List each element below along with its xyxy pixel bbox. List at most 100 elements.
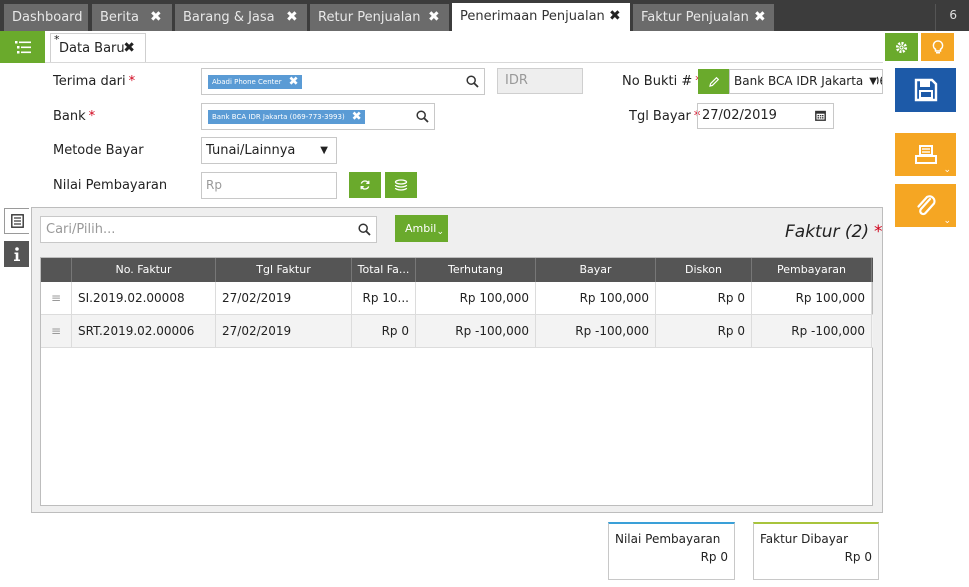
bank-label: Bank *	[53, 109, 95, 124]
label-text: Terima dari	[53, 74, 126, 89]
metode-bayar-select[interactable]: Tunai/Lainnya ▼	[201, 137, 337, 164]
tips-button[interactable]	[921, 33, 954, 61]
stack-button[interactable]	[385, 172, 417, 198]
close-icon[interactable]: ✖	[609, 3, 621, 30]
summary-label: Nilai Pembayaran	[615, 532, 721, 546]
invoice-title-text: Faktur (2)	[785, 222, 869, 242]
invoice-search-input[interactable]: Cari/Pilih...	[40, 216, 377, 243]
nilai-pembayaran-input[interactable]: Rp	[201, 172, 337, 199]
info-tab[interactable]	[4, 241, 29, 267]
column-header-bayar[interactable]: Bayar	[536, 258, 656, 282]
cell-terhutang: Rp 100,000	[416, 282, 536, 315]
tgl-bayar-field[interactable]: 27/02/2019	[697, 103, 834, 129]
menu-list-icon	[14, 41, 31, 54]
summary-value: Rp 0	[844, 550, 872, 564]
close-icon[interactable]: ✖	[150, 4, 162, 31]
caret-down-icon: ▼	[867, 70, 877, 93]
refresh-button[interactable]	[349, 172, 381, 198]
label-text: Tgl Bayar	[629, 109, 691, 124]
cell-tgl-faktur: 27/02/2019	[216, 315, 352, 348]
no-bukti-value: Bank BCA IDR Jakarta (069	[734, 74, 883, 88]
search-icon[interactable]	[358, 223, 371, 236]
summary-label: Faktur Dibayar	[760, 532, 849, 546]
close-icon[interactable]: ✖	[286, 4, 298, 31]
settings-button[interactable]	[885, 33, 918, 61]
tab-label: Barang & Jasa	[183, 10, 275, 25]
cell-bayar[interactable]: Rp -100,000	[536, 315, 656, 348]
refresh-icon	[360, 180, 370, 190]
ambil-button[interactable]: Ambil ⌄	[395, 215, 448, 242]
cell-pembayaran: Rp -100,000	[752, 315, 872, 348]
currency-field: IDR	[497, 68, 583, 94]
ambil-label: Ambil	[405, 222, 437, 235]
tab-dashboard[interactable]: Dashboard	[4, 4, 88, 31]
search-icon[interactable]	[416, 110, 429, 123]
calendar-icon[interactable]	[815, 110, 826, 121]
drag-handle-icon[interactable]: ≡	[41, 315, 72, 348]
drag-handle-icon[interactable]: ≡	[41, 282, 72, 315]
save-button[interactable]	[895, 68, 956, 112]
cell-total-faktur: Rp 0	[352, 315, 416, 348]
tab-count[interactable]: 6	[949, 8, 957, 22]
tab-barang-jasa[interactable]: Barang & Jasa ✖	[175, 4, 307, 31]
list-view-tab[interactable]	[4, 208, 29, 234]
table-row[interactable]: ≡ SRT.2019.02.00006 27/02/2019 Rp 0 Rp -…	[41, 315, 873, 348]
chip-label: Bank BCA IDR Jakarta (069-773-3993)	[212, 113, 345, 121]
paperclip-icon	[916, 194, 936, 215]
column-header-tgl-faktur[interactable]: Tgl Faktur	[216, 258, 352, 282]
doc-tab-label: Data Baru	[59, 41, 125, 56]
column-header-total-faktur[interactable]: Total Fa...	[352, 258, 416, 282]
modified-mark: *	[54, 33, 60, 46]
tab-label: Faktur Penjualan	[641, 10, 749, 25]
terima-dari-field[interactable]: Abadi Phone Center ✖	[201, 68, 485, 95]
bank-field[interactable]: Bank BCA IDR Jakarta (069-773-3993) ✖	[201, 103, 435, 130]
column-header-terhutang[interactable]: Terhutang	[416, 258, 536, 282]
info-icon	[13, 246, 20, 261]
customer-chip[interactable]: Abadi Phone Center ✖	[208, 74, 302, 89]
chevron-down-icon: ⌄	[943, 216, 951, 226]
print-button[interactable]: ⌄	[895, 133, 956, 176]
edit-number-button[interactable]	[698, 69, 729, 94]
tab-penerimaan-penjualan[interactable]: Penerimaan Penjualan ✖	[452, 3, 630, 31]
close-icon[interactable]: ✖	[754, 4, 766, 31]
column-header-pembayaran[interactable]: Pembayaran	[752, 258, 872, 282]
tab-berita[interactable]: Berita ✖	[92, 4, 172, 31]
search-icon[interactable]	[466, 75, 479, 88]
close-icon[interactable]: ✖	[123, 34, 135, 63]
no-bukti-select[interactable]: Bank BCA IDR Jakarta (069 ▼	[729, 69, 883, 94]
cell-terhutang: Rp -100,000	[416, 315, 536, 348]
cell-diskon[interactable]: Rp 0	[656, 282, 752, 315]
caret-down-icon: ▼	[318, 138, 328, 163]
column-header-handle	[41, 258, 72, 282]
tgl-bayar-label: Tgl Bayar *	[629, 109, 700, 124]
close-icon[interactable]: ✖	[289, 74, 299, 88]
metode-bayar-value: Tunai/Lainnya	[206, 143, 296, 158]
cell-bayar[interactable]: Rp 100,000	[536, 282, 656, 315]
tab-faktur-penjualan[interactable]: Faktur Penjualan ✖	[633, 4, 774, 31]
table-row[interactable]: ≡ SI.2019.02.00008 27/02/2019 Rp 10... R…	[41, 282, 873, 315]
table-header: No. Faktur Tgl Faktur Total Fa... Terhut…	[41, 258, 873, 282]
column-header-no-faktur[interactable]: No. Faktur	[72, 258, 216, 282]
stack-icon	[394, 179, 408, 191]
metode-bayar-label: Metode Bayar	[53, 143, 144, 158]
attach-button[interactable]: ⌄	[895, 184, 956, 227]
list-icon	[10, 214, 24, 228]
menu-button[interactable]	[0, 31, 45, 63]
required-mark: *	[128, 74, 136, 89]
tab-label: Dashboard	[12, 10, 83, 25]
search-placeholder: Cari/Pilih...	[46, 222, 116, 237]
bank-chip[interactable]: Bank BCA IDR Jakarta (069-773-3993) ✖	[208, 109, 365, 124]
app-root: Dashboard Berita ✖ Barang & Jasa ✖ Retur…	[0, 0, 969, 587]
cell-diskon[interactable]: Rp 0	[656, 315, 752, 348]
required-mark: *	[88, 109, 96, 124]
cell-no-faktur: SI.2019.02.00008	[72, 282, 216, 315]
divider	[935, 4, 936, 31]
close-icon[interactable]: ✖	[428, 4, 440, 31]
column-header-diskon[interactable]: Diskon	[656, 258, 752, 282]
close-icon[interactable]: ✖	[352, 109, 362, 123]
chevron-down-icon: ⌄	[436, 227, 444, 237]
summary-nilai-pembayaran: Nilai Pembayaran Rp 0	[608, 522, 735, 580]
invoice-table: No. Faktur Tgl Faktur Total Fa... Terhut…	[40, 257, 873, 506]
tab-retur-penjualan[interactable]: Retur Penjualan ✖	[310, 4, 449, 31]
doc-tab-data-baru[interactable]: * Data Baru ✖	[50, 33, 146, 62]
